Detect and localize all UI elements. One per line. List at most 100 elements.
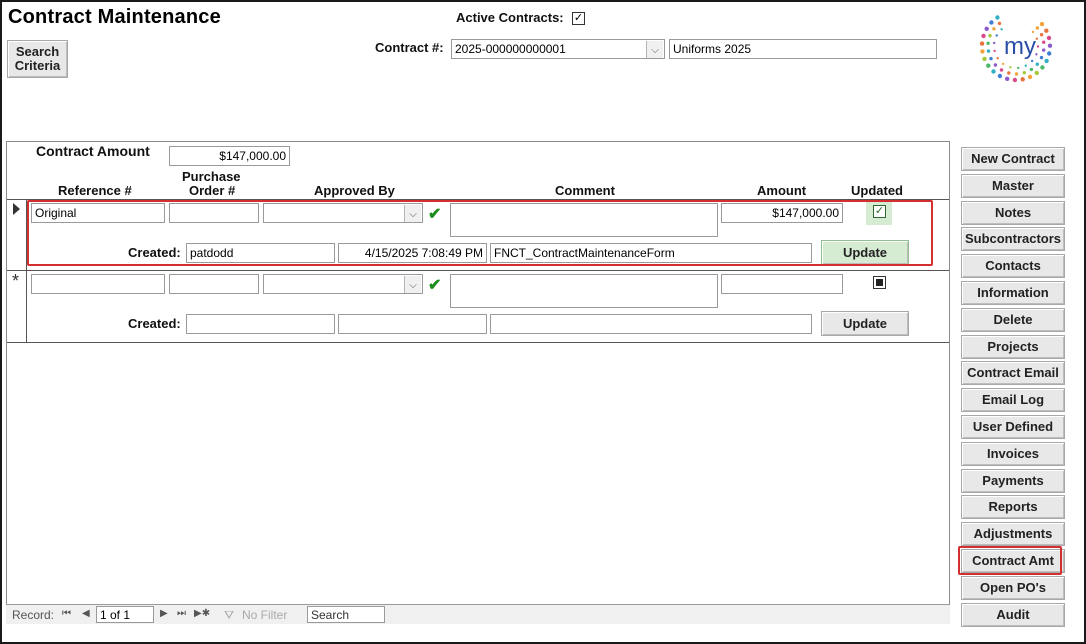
new-approve-check-icon[interactable]: ✔	[428, 275, 441, 295]
indeterminate-square-icon	[876, 279, 883, 286]
sidebar-button-notes[interactable]: Notes	[961, 201, 1065, 225]
logo-dot	[1039, 21, 1045, 27]
sidebar-button-projects[interactable]: Projects	[961, 335, 1065, 359]
sidebar-button-delete[interactable]: Delete	[961, 308, 1065, 332]
new-update-button[interactable]: Update	[821, 311, 909, 336]
logo-dot	[980, 49, 985, 54]
sidebar-button-adjustments[interactable]: Adjustments	[961, 522, 1065, 546]
row-divider-middle	[7, 270, 949, 271]
no-filter-label[interactable]: No Filter	[242, 608, 287, 622]
search-criteria-button[interactable]: Search Criteria	[7, 40, 68, 78]
record-selector-current[interactable]	[13, 203, 20, 215]
contract-amt-highlight	[958, 546, 1062, 575]
logo-dot	[1034, 70, 1039, 76]
sidebar-button-subcontractors[interactable]: Subcontractors	[961, 227, 1065, 251]
logo-dot	[1014, 72, 1019, 76]
sidebar-button-contract-email[interactable]: Contract Email	[961, 361, 1065, 385]
logo-dot	[997, 73, 1003, 79]
logo-dot	[1047, 51, 1052, 56]
sidebar-button-reports[interactable]: Reports	[961, 495, 1065, 519]
sidebar-button-open-po-s[interactable]: Open PO's	[961, 576, 1065, 600]
col-updated-header: Updated	[851, 183, 903, 198]
logo-dot	[1009, 66, 1012, 69]
logo-dot	[1002, 62, 1005, 66]
filter-icon[interactable]: ⛛	[224, 608, 234, 623]
logo-dot	[1017, 66, 1020, 70]
logo-dot	[1036, 45, 1040, 48]
current-record-highlight	[27, 200, 933, 266]
new-approved-by-combo[interactable]: ⌵	[263, 274, 423, 294]
active-contracts-label: Active Contracts:	[456, 10, 564, 25]
new-amount-field[interactable]	[721, 274, 843, 294]
contract-name-field[interactable]: Uniforms 2025	[669, 39, 937, 59]
logo-dot	[1047, 43, 1053, 48]
logo-dot	[984, 26, 989, 31]
logo-dot	[1030, 59, 1034, 63]
sidebar-button-email-log[interactable]: Email Log	[961, 388, 1065, 412]
new-created-at-field[interactable]	[338, 314, 487, 334]
logo-dot	[993, 41, 996, 45]
current-record-field[interactable]: 1 of 1	[96, 606, 154, 623]
previous-record-icon[interactable]: ◀	[82, 608, 90, 619]
logo-dot	[1022, 71, 1026, 75]
last-record-icon[interactable]: ⏭	[177, 608, 186, 619]
logo-dot	[992, 27, 996, 31]
chevron-down-icon[interactable]: ⌵	[404, 276, 421, 293]
logo-dot	[1024, 64, 1027, 67]
logo-dot	[1000, 28, 1003, 31]
logo-dot	[1042, 40, 1046, 44]
new-comment-field[interactable]	[450, 274, 718, 308]
contract-name-value: Uniforms 2025	[673, 42, 752, 56]
logo-dot	[988, 34, 992, 38]
logo-dot	[1046, 35, 1052, 41]
sidebar-button-information[interactable]: Information	[961, 281, 1065, 305]
active-contracts-checkbox[interactable]: ✓	[572, 12, 585, 25]
logo-dot	[1007, 71, 1011, 75]
next-record-icon[interactable]: ▶	[160, 608, 168, 619]
sidebar-button-invoices[interactable]: Invoices	[961, 442, 1065, 466]
logo-dot	[989, 20, 994, 25]
logo-dot	[981, 33, 986, 39]
new-created-source-field[interactable]	[490, 314, 812, 334]
logo-dot	[986, 41, 990, 45]
logo-dot	[1035, 62, 1039, 66]
col-comment-header: Comment	[555, 183, 615, 198]
record-selector-new[interactable]: *	[12, 271, 19, 292]
logo-dot	[1044, 58, 1049, 64]
new-po-field[interactable]	[169, 274, 259, 294]
sidebar-button-user-defined[interactable]: User Defined	[961, 415, 1065, 439]
sidebar-button-new-contract[interactable]: New Contract	[961, 147, 1065, 171]
new-created-label: Created:	[128, 316, 181, 331]
sidebar-button-payments[interactable]: Payments	[961, 469, 1065, 493]
col-po-header-line2: Order #	[189, 183, 236, 198]
sidebar-button-audit[interactable]: Audit	[961, 603, 1065, 627]
chevron-down-icon[interactable]: ⌵	[646, 41, 663, 58]
logo-dot	[1042, 48, 1046, 52]
contract-amount-field[interactable]: $147,000.00	[169, 146, 290, 166]
sidebar-button-master[interactable]: Master	[961, 174, 1065, 198]
logo-dot	[979, 41, 985, 46]
contract-number-label: Contract #:	[375, 40, 444, 55]
new-created-by-field[interactable]	[186, 314, 335, 334]
contract-amount-label: Contract Amount	[36, 143, 150, 159]
search-field[interactable]: Search	[307, 606, 385, 623]
logo-text: my	[1004, 33, 1036, 60]
page-title: Contract Maintenance	[8, 6, 221, 28]
logo-dot	[1005, 76, 1010, 82]
contract-number-combo[interactable]: 2025-000000000001 ⌵	[451, 39, 665, 59]
col-reference-header: Reference #	[58, 183, 132, 198]
new-reference-field[interactable]	[31, 274, 165, 294]
logo-dot	[996, 57, 999, 60]
logo-dot	[993, 63, 998, 67]
first-record-icon[interactable]: ⏮	[62, 608, 71, 619]
logo-dot	[991, 69, 996, 74]
contract-number-value: 2025-000000000001	[455, 42, 566, 56]
logo-dot	[1044, 28, 1049, 33]
logo-dot	[995, 34, 998, 37]
sidebar-button-contacts[interactable]: Contacts	[961, 254, 1065, 278]
logo-dot	[1039, 33, 1044, 37]
new-record-icon[interactable]: ▶✱	[194, 608, 210, 619]
logo-dot	[997, 21, 1002, 26]
logo-dot	[1029, 67, 1034, 72]
new-updated-checkbox[interactable]	[873, 276, 886, 289]
